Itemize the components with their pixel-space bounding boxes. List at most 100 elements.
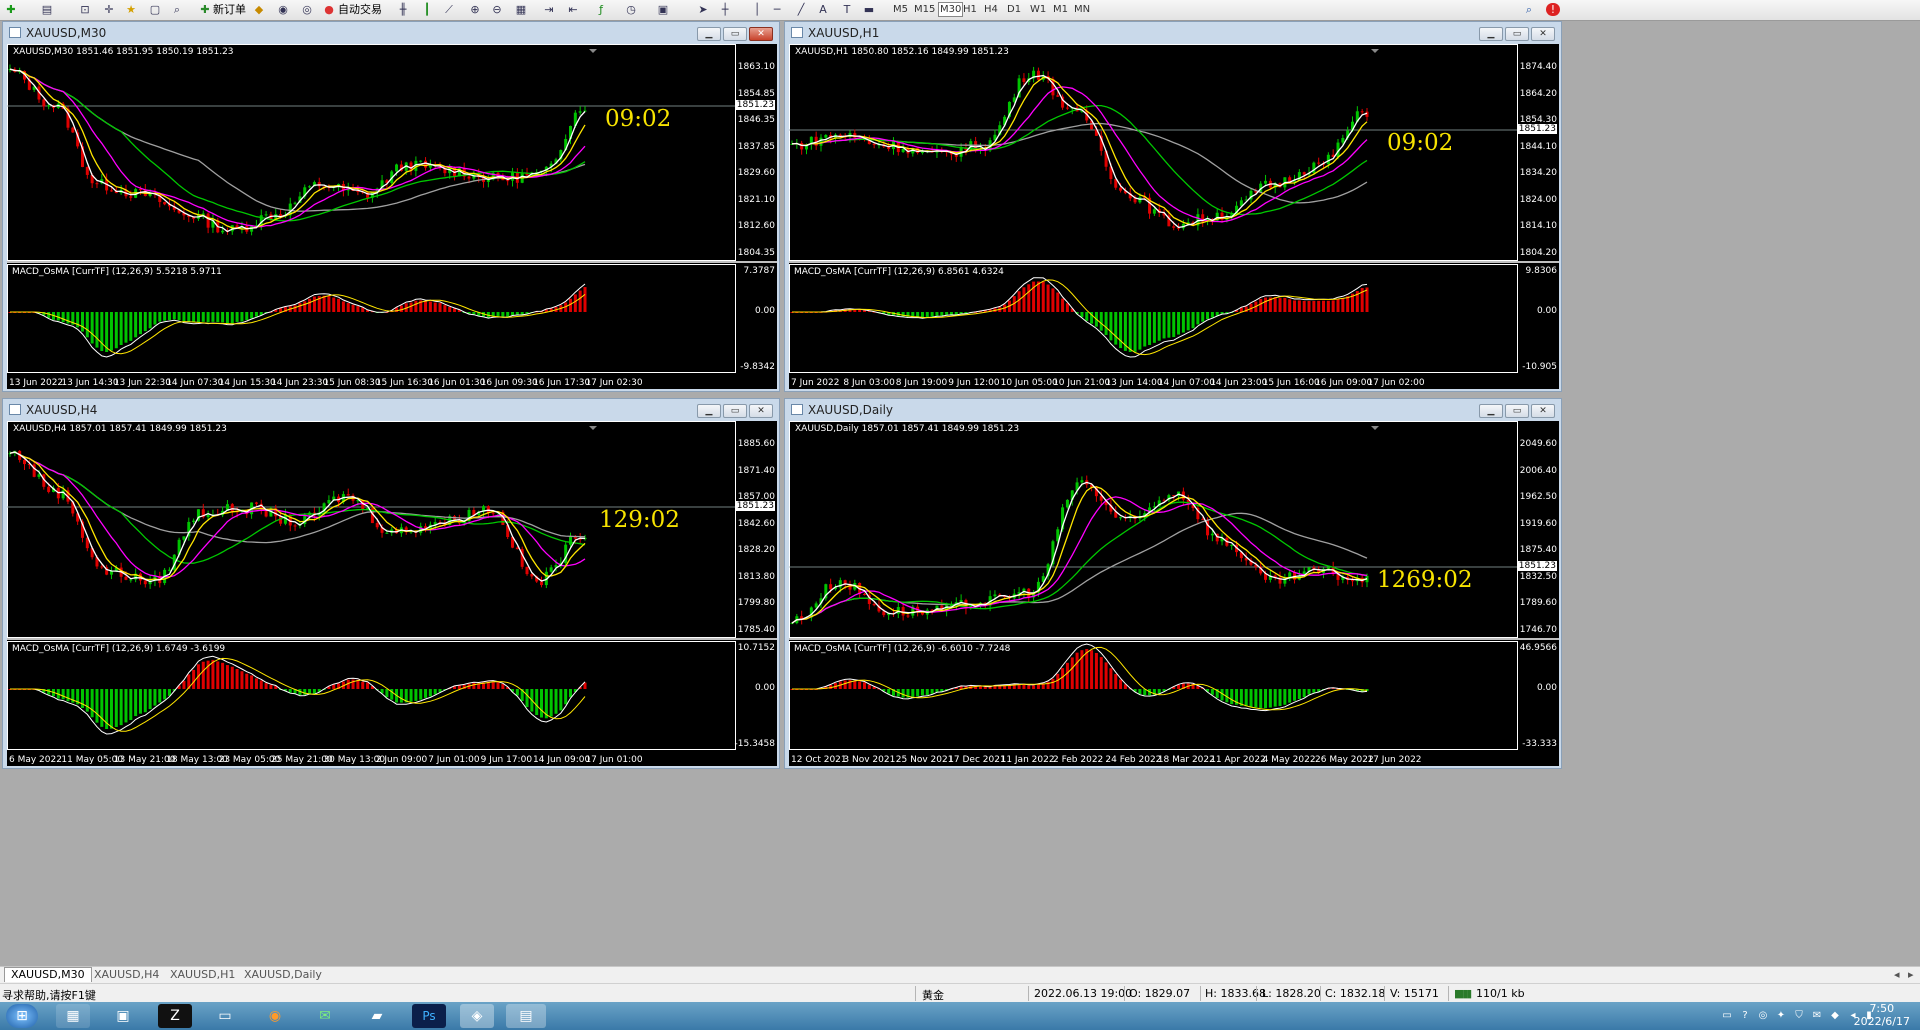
navigator-icon[interactable]: ★ xyxy=(124,3,138,16)
tf-mn[interactable]: MN xyxy=(1074,3,1090,16)
tf-h4[interactable]: H4 xyxy=(984,3,998,16)
app-browser-icon[interactable]: ◉ xyxy=(258,1004,292,1028)
chart-canvas[interactable]: XAUUSD,Daily 1857.01 1857.41 1849.99 185… xyxy=(789,421,1559,766)
minimize-button[interactable]: ▁ xyxy=(697,404,721,418)
new-chart-icon[interactable]: ✚ xyxy=(4,3,18,16)
window-title[interactable]: XAUUSD,Daily xyxy=(791,399,893,421)
macd-bar xyxy=(1133,312,1137,352)
auto-trading-button[interactable]: 自动交易 xyxy=(338,2,382,17)
tray-security-icon[interactable]: ◆ xyxy=(1828,1004,1842,1028)
tile-windows-icon[interactable]: ▦ xyxy=(514,3,528,16)
app-metatrader-icon[interactable]: ▤ xyxy=(506,1004,546,1028)
minimize-button[interactable]: ▁ xyxy=(697,27,721,41)
close-button[interactable]: ✕ xyxy=(1531,404,1555,418)
bar-chart-icon[interactable]: ╫ xyxy=(396,3,410,16)
chart-window-h4[interactable]: XAUUSD,H4 ▁ ▭ ✕ XAUUSD,H4 1857.01 1857.41 18… xyxy=(2,398,780,769)
tf-m5[interactable]: M5 xyxy=(893,3,908,16)
zoom-in-icon[interactable]: ⊕ xyxy=(468,3,482,16)
macd-bar xyxy=(308,689,312,694)
tf-w1[interactable]: W1 xyxy=(1030,3,1046,16)
app-feishu-icon[interactable]: ◈ xyxy=(460,1004,494,1028)
tray-keyboard-icon[interactable]: ▭ xyxy=(1720,1004,1734,1028)
chart-shift-marker[interactable] xyxy=(589,49,597,53)
app-desktop-icon[interactable]: ▭ xyxy=(208,1004,242,1028)
chart-shift-marker[interactable] xyxy=(589,426,597,430)
metaeditor-icon[interactable]: ◆ xyxy=(252,3,266,16)
chart-window-daily[interactable]: XAUUSD,Daily ▁ ▭ ✕ XAUUSD,Daily 1857.01 1857… xyxy=(784,398,1562,769)
chart-shift-icon[interactable]: ⇥ xyxy=(542,3,556,16)
start-icon[interactable]: ⊞ xyxy=(6,1004,38,1028)
tf-m30[interactable]: M30 xyxy=(938,2,964,17)
profiles-icon[interactable]: ▤ xyxy=(40,3,54,16)
new-order-button[interactable]: 新订单 xyxy=(213,2,246,17)
tray-help-icon[interactable]: ? xyxy=(1738,1004,1752,1028)
tab-xauusd-h1[interactable]: XAUUSD,H1 xyxy=(164,968,241,982)
vertical-line-icon[interactable]: │ xyxy=(750,3,764,16)
close-button[interactable]: ✕ xyxy=(749,404,773,418)
market-icon[interactable]: ◎ xyxy=(300,3,314,16)
maximize-button[interactable]: ▭ xyxy=(723,404,747,418)
templates-icon[interactable]: ▣ xyxy=(656,3,670,16)
close-button[interactable]: ✕ xyxy=(749,27,773,41)
chart-canvas[interactable]: XAUUSD,H1 1850.80 1852.16 1849.99 1851.2… xyxy=(789,44,1559,389)
window-title[interactable]: XAUUSD,M30 xyxy=(9,22,106,44)
tab-xauusd-m30[interactable]: XAUUSD,M30 xyxy=(4,967,92,982)
tf-h1[interactable]: H1 xyxy=(963,3,977,16)
maximize-button[interactable]: ▭ xyxy=(723,27,747,41)
text-label-icon[interactable]: T xyxy=(840,3,854,16)
trendline-icon[interactable]: ╱ xyxy=(794,3,808,16)
search-icon[interactable]: ⌕ xyxy=(1522,3,1536,16)
minimize-button[interactable]: ▁ xyxy=(1479,404,1503,418)
indicators-icon[interactable]: ƒ xyxy=(594,3,608,16)
line-chart-icon[interactable]: ⟋ xyxy=(442,3,456,16)
maximize-button[interactable]: ▭ xyxy=(1505,27,1529,41)
autoscroll-icon[interactable]: ⇤ xyxy=(566,3,580,16)
price-axis-label: 1832.50 xyxy=(1519,571,1557,582)
maximize-button[interactable]: ▭ xyxy=(1505,404,1529,418)
app-x-terminal-icon[interactable]: Z xyxy=(158,1004,192,1028)
zoom-out-icon[interactable]: ⊖ xyxy=(490,3,504,16)
tester-icon[interactable]: ⌕ xyxy=(170,3,184,16)
tf-m1[interactable]: M1 xyxy=(1053,3,1068,16)
tab-xauusd-h4[interactable]: XAUUSD,H4 xyxy=(88,968,165,982)
chart-canvas[interactable]: XAUUSD,M30 1851.46 1851.95 1850.19 1851.… xyxy=(7,44,777,389)
window-title[interactable]: XAUUSD,H1 xyxy=(791,22,879,44)
candlestick-icon[interactable]: ┃ xyxy=(420,3,434,16)
tab-xauusd-daily[interactable]: XAUUSD,Daily xyxy=(238,968,328,982)
horizontal-line-icon[interactable]: ─ xyxy=(770,3,784,16)
tray-shield-icon[interactable]: ⛉ xyxy=(1792,1004,1806,1028)
taskbar-clock[interactable]: 7:50 2022/6/17 xyxy=(1854,1002,1910,1028)
chart-shift-marker[interactable] xyxy=(1371,426,1379,430)
minimize-button[interactable]: ▁ xyxy=(1479,27,1503,41)
status-profile[interactable]: 黄金 xyxy=(922,987,944,1003)
chart-canvas[interactable]: XAUUSD,H4 1857.01 1857.41 1849.99 1851.2… xyxy=(7,421,777,766)
chart-shift-marker[interactable] xyxy=(1371,49,1379,53)
tf-m15[interactable]: M15 xyxy=(914,3,935,16)
window-title[interactable]: XAUUSD,H4 xyxy=(9,399,97,421)
tray-bluetooth-icon[interactable]: ✦ xyxy=(1774,1004,1788,1028)
market-watch-icon[interactable]: ⊡ xyxy=(78,3,92,16)
tab-scroll-right-icon[interactable]: ▸ xyxy=(1902,968,1920,982)
terminal-icon[interactable]: ▢ xyxy=(148,3,162,16)
cursor-icon[interactable]: ➤ xyxy=(696,3,710,16)
app-wechat-icon[interactable]: ✉ xyxy=(308,1004,342,1028)
crosshair-icon[interactable]: ┼ xyxy=(718,3,732,16)
app-paint-icon[interactable]: ▦ xyxy=(56,1004,90,1028)
app-photoshop-icon[interactable]: Ps xyxy=(412,1004,446,1028)
chart-window-h1[interactable]: XAUUSD,H1 ▁ ▭ ✕ XAUUSD,H1 1850.80 1852.16 18… xyxy=(784,21,1562,392)
notification-icon[interactable]: ! xyxy=(1546,3,1560,16)
app-notes-icon[interactable]: ▰ xyxy=(360,1004,394,1028)
indicator-axis-label: -9.8342 xyxy=(740,362,775,372)
signals-icon[interactable]: ◉ xyxy=(276,3,290,16)
shapes-icon[interactable]: ▬ xyxy=(862,3,876,16)
tray-wechat-icon[interactable]: ✉ xyxy=(1810,1004,1824,1028)
tf-d1[interactable]: D1 xyxy=(1007,3,1021,16)
text-tool-icon[interactable]: A xyxy=(816,3,830,16)
chart-window-m30[interactable]: XAUUSD,M30 ▁ ▭ ✕ XAUUSD,M30 1851.46 1851.95 … xyxy=(2,21,780,392)
tray-app-icon[interactable]: ◎ xyxy=(1756,1004,1770,1028)
data-window-icon[interactable]: ✛ xyxy=(102,3,116,16)
indicator-label: MACD_OsMA [CurrTF] (12,26,9) 1.6749 -3.6… xyxy=(12,644,226,654)
periods-icon[interactable]: ◷ xyxy=(624,3,638,16)
close-button[interactable]: ✕ xyxy=(1531,27,1555,41)
app-network-icon[interactable]: ▣ xyxy=(106,1004,140,1028)
